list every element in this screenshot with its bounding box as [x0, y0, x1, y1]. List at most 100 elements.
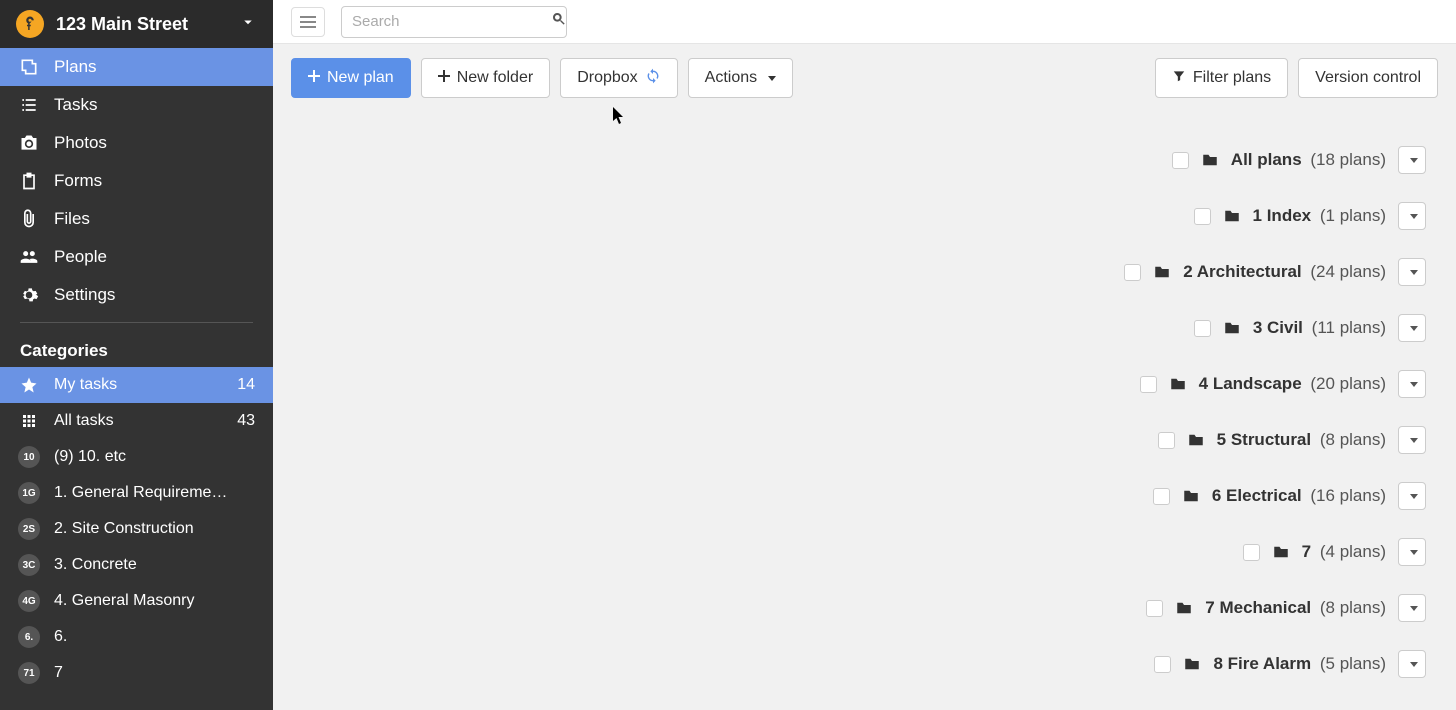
sidebar-item-settings[interactable]: Settings	[0, 276, 273, 314]
content-area: All plans (18 plans) 1 Index (1 plans) 2 A…	[273, 112, 1456, 710]
folder-actions-dropdown[interactable]	[1398, 594, 1426, 622]
clipboard-icon	[18, 170, 40, 192]
folder-actions-dropdown[interactable]	[1398, 202, 1426, 230]
folder-icon	[1272, 543, 1290, 561]
category-count: 14	[237, 376, 255, 394]
category-item[interactable]: My tasks 14	[0, 367, 273, 403]
sidebar-item-plans[interactable]: Plans	[0, 48, 273, 86]
folder-row: 4 Landscape (20 plans)	[566, 356, 1426, 412]
folder-label-group[interactable]: All plans (18 plans)	[1231, 150, 1386, 170]
folder-icon	[1182, 487, 1200, 505]
folder-actions-dropdown[interactable]	[1398, 482, 1426, 510]
folder-row: 2 Architectural (24 plans)	[566, 244, 1426, 300]
folder-label-group[interactable]: 1 Index (1 plans)	[1253, 206, 1386, 226]
sidebar-divider	[20, 322, 253, 323]
folder-name: All plans	[1231, 150, 1302, 169]
folder-actions-dropdown[interactable]	[1398, 258, 1426, 286]
project-switcher[interactable]: 123 Main Street	[0, 0, 273, 48]
category-label: 1. General Requireme…	[54, 484, 255, 502]
folder-icon	[1153, 263, 1171, 281]
category-badge: 6.	[18, 626, 40, 648]
folder-row: 3 Civil (11 plans)	[566, 300, 1426, 356]
folder-icon	[1223, 319, 1241, 337]
filter-plans-button[interactable]: Filter plans	[1155, 58, 1288, 98]
folder-label-group[interactable]: 7 (4 plans)	[1302, 542, 1386, 562]
category-label: 4. General Masonry	[54, 592, 255, 610]
folder-checkbox[interactable]	[1146, 600, 1163, 617]
category-item[interactable]: 2S 2. Site Construction	[0, 511, 273, 547]
folder-actions-dropdown[interactable]	[1398, 426, 1426, 454]
folder-actions-dropdown[interactable]	[1398, 314, 1426, 342]
sidebar-item-forms[interactable]: Forms	[0, 162, 273, 200]
caret-down-icon	[1410, 382, 1418, 387]
plus-icon	[438, 69, 450, 87]
sidebar-item-label: Settings	[54, 285, 255, 305]
chevron-down-icon	[239, 13, 257, 36]
new-folder-button[interactable]: New folder	[421, 58, 550, 98]
folder-label-group[interactable]: 5 Structural (8 plans)	[1217, 430, 1386, 450]
folder-row: 6 Electrical (16 plans)	[566, 468, 1426, 524]
category-item[interactable]: 4G4. General Masonry	[0, 583, 273, 619]
dropbox-button[interactable]: Dropbox	[560, 58, 677, 98]
folder-label-group[interactable]: 4 Landscape (20 plans)	[1199, 374, 1386, 394]
sidebar-item-tasks[interactable]: Tasks	[0, 86, 273, 124]
folder-actions-dropdown[interactable]	[1398, 370, 1426, 398]
search-input[interactable]	[352, 13, 551, 30]
new-plan-label: New plan	[327, 69, 394, 87]
category-item[interactable]: 10(9) 10. etc	[0, 439, 273, 475]
category-item[interactable]: 1G 1. General Requireme…	[0, 475, 273, 511]
folder-checkbox[interactable]	[1154, 656, 1171, 673]
sidebar-item-photos[interactable]: Photos	[0, 124, 273, 162]
hamburger-button[interactable]	[291, 7, 325, 37]
folder-actions-dropdown[interactable]	[1398, 146, 1426, 174]
category-badge: 1G	[18, 482, 40, 504]
category-label: All tasks	[54, 412, 231, 430]
folder-label-group[interactable]: 7 Mechanical (8 plans)	[1205, 598, 1386, 618]
folder-checkbox[interactable]	[1194, 208, 1211, 225]
category-label: My tasks	[54, 376, 231, 394]
search-field[interactable]	[341, 6, 567, 38]
folder-count: (8 plans)	[1320, 430, 1386, 449]
sidebar-item-label: People	[54, 247, 255, 267]
folder-checkbox[interactable]	[1194, 320, 1211, 337]
category-item[interactable]: 6.6.	[0, 619, 273, 655]
category-item[interactable]: 3C3. Concrete	[0, 547, 273, 583]
folder-actions-dropdown[interactable]	[1398, 650, 1426, 678]
folder-checkbox[interactable]	[1172, 152, 1189, 169]
new-folder-label: New folder	[457, 69, 533, 87]
topbar	[273, 0, 1456, 44]
folder-actions-dropdown[interactable]	[1398, 538, 1426, 566]
blueprint-icon	[18, 56, 40, 78]
folder-label-group[interactable]: 3 Civil (11 plans)	[1253, 318, 1386, 338]
caret-down-icon	[1410, 438, 1418, 443]
sync-icon	[645, 68, 661, 89]
folder-label-group[interactable]: 6 Electrical (16 plans)	[1212, 486, 1386, 506]
category-count: 43	[237, 412, 255, 430]
folder-name: 6 Electrical	[1212, 486, 1302, 505]
caret-down-icon	[1410, 214, 1418, 219]
paperclip-icon	[18, 208, 40, 230]
sidebar-item-files[interactable]: Files	[0, 200, 273, 238]
category-item[interactable]: 717	[0, 655, 273, 691]
folder-checkbox[interactable]	[1140, 376, 1157, 393]
caret-down-icon	[1410, 606, 1418, 611]
folder-label-group[interactable]: 2 Architectural (24 plans)	[1183, 262, 1386, 282]
folder-checkbox[interactable]	[1153, 488, 1170, 505]
folder-label-group[interactable]: 8 Fire Alarm (5 plans)	[1213, 654, 1386, 674]
folder-checkbox[interactable]	[1124, 264, 1141, 281]
sidebar-item-label: Forms	[54, 171, 255, 191]
plus-icon	[308, 69, 320, 87]
folder-checkbox[interactable]	[1158, 432, 1175, 449]
category-item[interactable]: All tasks 43	[0, 403, 273, 439]
category-badge: 2S	[18, 518, 40, 540]
folder-row: 7 Mechanical (8 plans)	[566, 580, 1426, 636]
folder-count: (24 plans)	[1310, 262, 1386, 281]
category-label: 2. Site Construction	[54, 520, 255, 538]
actions-dropdown[interactable]: Actions	[688, 58, 793, 98]
new-plan-button[interactable]: New plan	[291, 58, 411, 98]
category-label: (9) 10. etc	[54, 448, 255, 466]
folder-checkbox[interactable]	[1243, 544, 1260, 561]
caret-down-icon	[768, 76, 776, 81]
sidebar-item-people[interactable]: People	[0, 238, 273, 276]
version-control-button[interactable]: Version control	[1298, 58, 1438, 98]
